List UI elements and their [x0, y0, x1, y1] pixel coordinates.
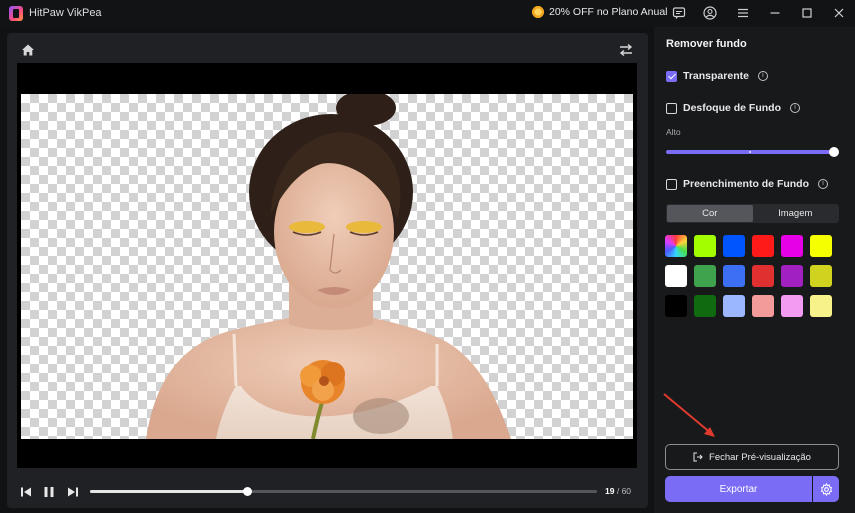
option-transparent[interactable]: Transparente i [666, 70, 768, 82]
gift-icon [531, 5, 545, 19]
next-frame-icon[interactable] [66, 485, 80, 499]
title-bar: HitPaw VikPea 20% OFF no Plano Anual [0, 0, 855, 27]
close-preview-label: Fechar Pré-visualização [709, 451, 811, 463]
subject-image [146, 94, 511, 439]
fill-label: Preenchimento de Fundo [683, 178, 810, 190]
transparent-checkbox[interactable] [666, 70, 677, 82]
color-swatch[interactable] [723, 265, 745, 287]
export-settings-button[interactable] [813, 476, 839, 502]
transparent-label: Transparente [683, 70, 749, 82]
color-swatch[interactable] [694, 235, 716, 257]
promo-banner[interactable]: 20% OFF no Plano Anual [531, 5, 668, 19]
seek-bar-thumb[interactable] [243, 487, 253, 496]
panel-title: Remover fundo [666, 38, 747, 50]
blur-slider-thumb[interactable] [829, 147, 839, 157]
slider-midpoint [749, 151, 751, 153]
color-swatch[interactable] [752, 265, 774, 287]
color-swatch[interactable] [810, 265, 832, 287]
exit-icon [693, 452, 703, 462]
preview-panel: 19 / 60 [7, 33, 648, 508]
pause-icon[interactable] [42, 485, 56, 499]
playback-controls: 19 / 60 [7, 480, 648, 504]
color-swatch[interactable] [781, 235, 803, 257]
total-frames: 60 [621, 486, 632, 496]
color-swatch[interactable] [810, 235, 832, 257]
option-blur[interactable]: Desfoque de Fundo i [666, 102, 800, 114]
transparent-background-canvas[interactable] [21, 94, 633, 439]
seek-bar-progress [90, 490, 248, 493]
close-preview-button[interactable]: Fechar Pré-visualização [665, 444, 839, 470]
app-logo-icon [9, 6, 23, 21]
color-swatch[interactable] [781, 265, 803, 287]
info-icon[interactable]: i [757, 71, 768, 81]
video-frame [17, 63, 637, 468]
color-swatch[interactable] [752, 295, 774, 317]
settings-panel: Remover fundo Transparente i Desfoque de… [654, 27, 855, 513]
frame-counter: 19 / 60 [605, 486, 631, 496]
color-swatch[interactable] [694, 265, 716, 287]
frame-separator: / [614, 486, 622, 496]
previous-frame-icon[interactable] [19, 485, 33, 499]
tab-imagem[interactable]: Imagem [753, 205, 839, 222]
export-button[interactable]: Exportar [665, 476, 812, 502]
blur-checkbox[interactable] [666, 102, 677, 114]
info-icon[interactable]: i [790, 103, 800, 113]
color-swatch[interactable] [723, 235, 745, 257]
home-icon[interactable] [21, 43, 35, 57]
color-swatch-grid [665, 235, 832, 317]
seek-bar[interactable] [90, 487, 597, 496]
minimize-icon[interactable] [768, 6, 782, 20]
color-picker-swatch[interactable] [665, 235, 687, 257]
chat-icon[interactable] [672, 6, 686, 20]
blur-label: Desfoque de Fundo [683, 102, 781, 114]
color-swatch[interactable] [694, 295, 716, 317]
blur-level-slider[interactable] [666, 147, 839, 157]
fill-type-tabs: Cor Imagem [666, 204, 839, 223]
color-swatch[interactable] [665, 295, 687, 317]
option-fill[interactable]: Preenchimento de Fundo i [666, 178, 829, 190]
app-title: HitPaw VikPea [29, 7, 102, 19]
tab-cor[interactable]: Cor [667, 205, 753, 222]
color-swatch[interactable] [665, 265, 687, 287]
gear-icon [820, 482, 832, 496]
close-icon[interactable] [832, 6, 846, 20]
compare-swap-icon[interactable] [618, 43, 634, 57]
color-swatch[interactable] [752, 235, 774, 257]
promo-text: 20% OFF no Plano Anual [549, 6, 668, 18]
color-swatch[interactable] [810, 295, 832, 317]
maximize-icon[interactable] [800, 6, 814, 20]
blur-level-label: Alto [666, 127, 681, 137]
color-swatch[interactable] [781, 295, 803, 317]
fill-checkbox[interactable] [666, 178, 677, 190]
menu-icon[interactable] [736, 6, 750, 20]
info-icon[interactable]: i [818, 179, 829, 189]
color-swatch[interactable] [723, 295, 745, 317]
account-icon[interactable] [703, 6, 717, 20]
